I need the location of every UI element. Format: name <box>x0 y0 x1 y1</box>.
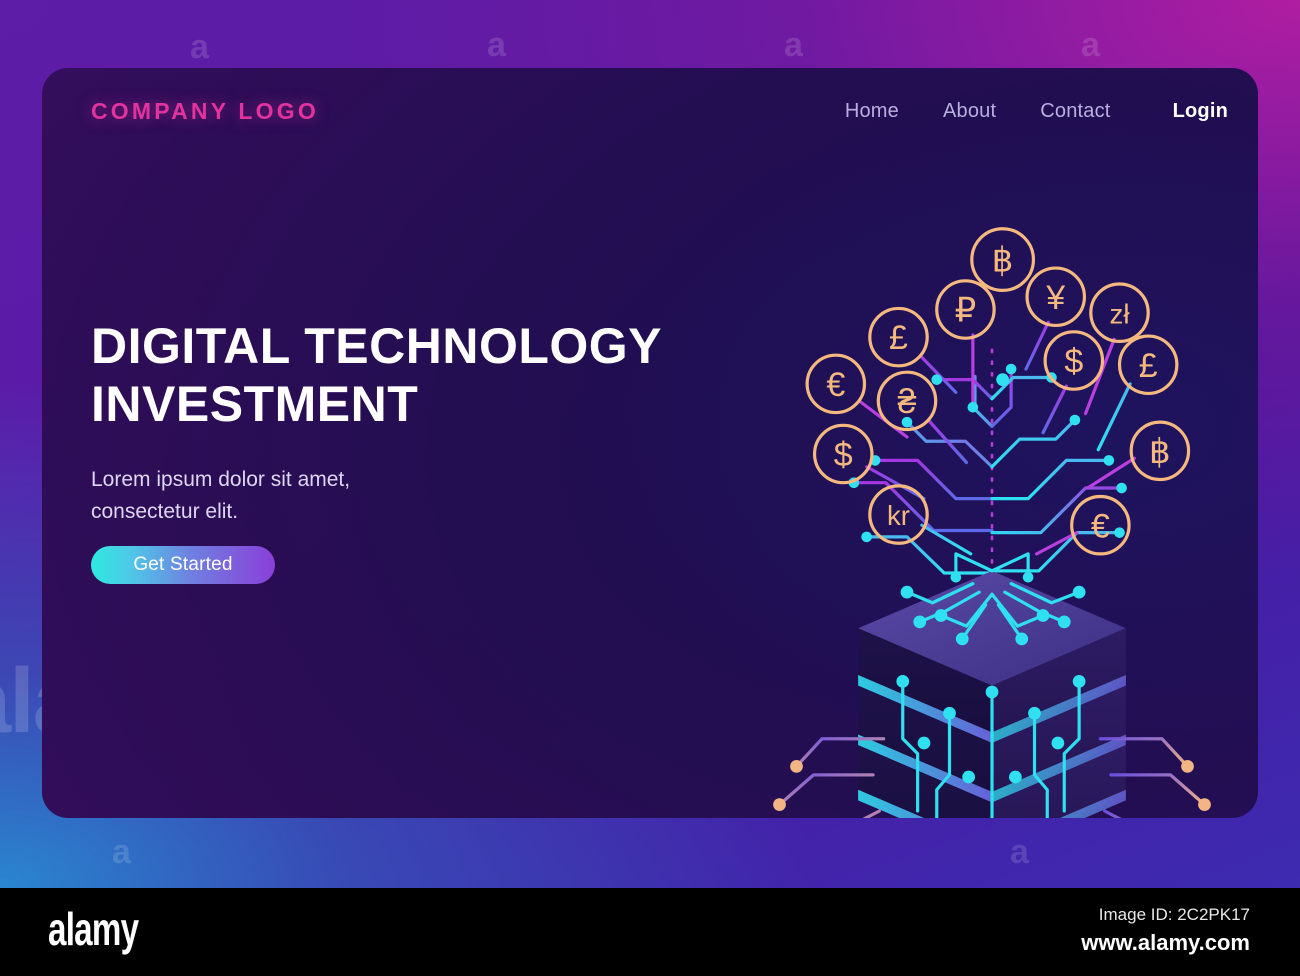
currency-symbol: zł <box>1110 298 1130 329</box>
currency-symbol: ₴ <box>898 383 917 421</box>
alamy-url: www.alamy.com <box>1081 930 1250 955</box>
currency-symbol: € <box>826 366 845 404</box>
currency-symbol: ₽ <box>955 292 977 330</box>
currency-symbol: kr <box>887 500 910 531</box>
alamy-footer: alamy Image ID: 2C2PK17 www.alamy.com <box>0 888 1300 976</box>
subtext-line-2: consectetur elit. <box>91 499 239 523</box>
currency-node-zloty: zł <box>1089 282 1150 343</box>
currency-node-bitcoin-right: ฿ <box>1129 420 1191 482</box>
currency-node-euro-left: € <box>805 353 867 415</box>
screenshot-root: a a a a a a a a a a a a a alamy a a a a … <box>0 0 1300 976</box>
currency-node-pound-right: £ <box>1117 334 1179 396</box>
currency-tree-illustration: ฿ ₽ ¥ zł £ $ £ € ₴ $ ฿ kr € <box>742 148 1242 818</box>
currency-node-euro-right: € <box>1070 494 1131 556</box>
headline-line-1: DIGITAL TECHNOLOGY <box>91 317 663 374</box>
currency-symbol: £ <box>1139 347 1158 385</box>
currency-node-ruble: ₽ <box>935 279 996 340</box>
currency-symbol: € <box>1091 507 1110 545</box>
subtext-line-1: Lorem ipsum dolor sit amet, <box>91 468 351 491</box>
nav-item-login[interactable]: Login <box>1173 100 1228 123</box>
hero-subtext: Lorem ipsum dolor sit amet, consectetur … <box>91 464 471 527</box>
currency-symbol: £ <box>889 319 908 357</box>
currency-symbol: ฿ <box>992 242 1014 280</box>
currency-node-pound-left: £ <box>868 306 929 368</box>
currency-node-dollar-left: $ <box>812 423 874 485</box>
currency-node-yen: ¥ <box>1025 266 1087 328</box>
image-id-label: Image ID: 2C2PK17 <box>1098 905 1250 924</box>
company-logo[interactable]: COMPANY LOGO <box>91 98 319 125</box>
page-title: DIGITAL TECHNOLOGY INVESTMENT <box>91 317 711 433</box>
nav-item-contact[interactable]: Contact <box>1040 100 1110 123</box>
currency-node-dollar-right: $ <box>1043 330 1105 391</box>
nav-item-home[interactable]: Home <box>845 100 899 123</box>
main-navigation: Home About Contact Login <box>845 100 1228 123</box>
currency-symbol: $ <box>834 436 853 474</box>
headline-line-2: INVESTMENT <box>91 375 419 432</box>
alamy-brand: alamy <box>48 903 139 955</box>
currency-symbol: $ <box>1064 343 1083 381</box>
get-started-button[interactable]: Get Started <box>91 546 275 584</box>
landing-page-card: COMPANY LOGO Home About Contact Login DI… <box>42 68 1258 818</box>
currency-symbol: ¥ <box>1045 279 1065 317</box>
nav-item-about[interactable]: About <box>943 100 996 123</box>
stock-photo-area: a a a a a a a a a a a a a alamy a a a a … <box>0 0 1300 888</box>
currency-symbol: ฿ <box>1149 433 1171 471</box>
